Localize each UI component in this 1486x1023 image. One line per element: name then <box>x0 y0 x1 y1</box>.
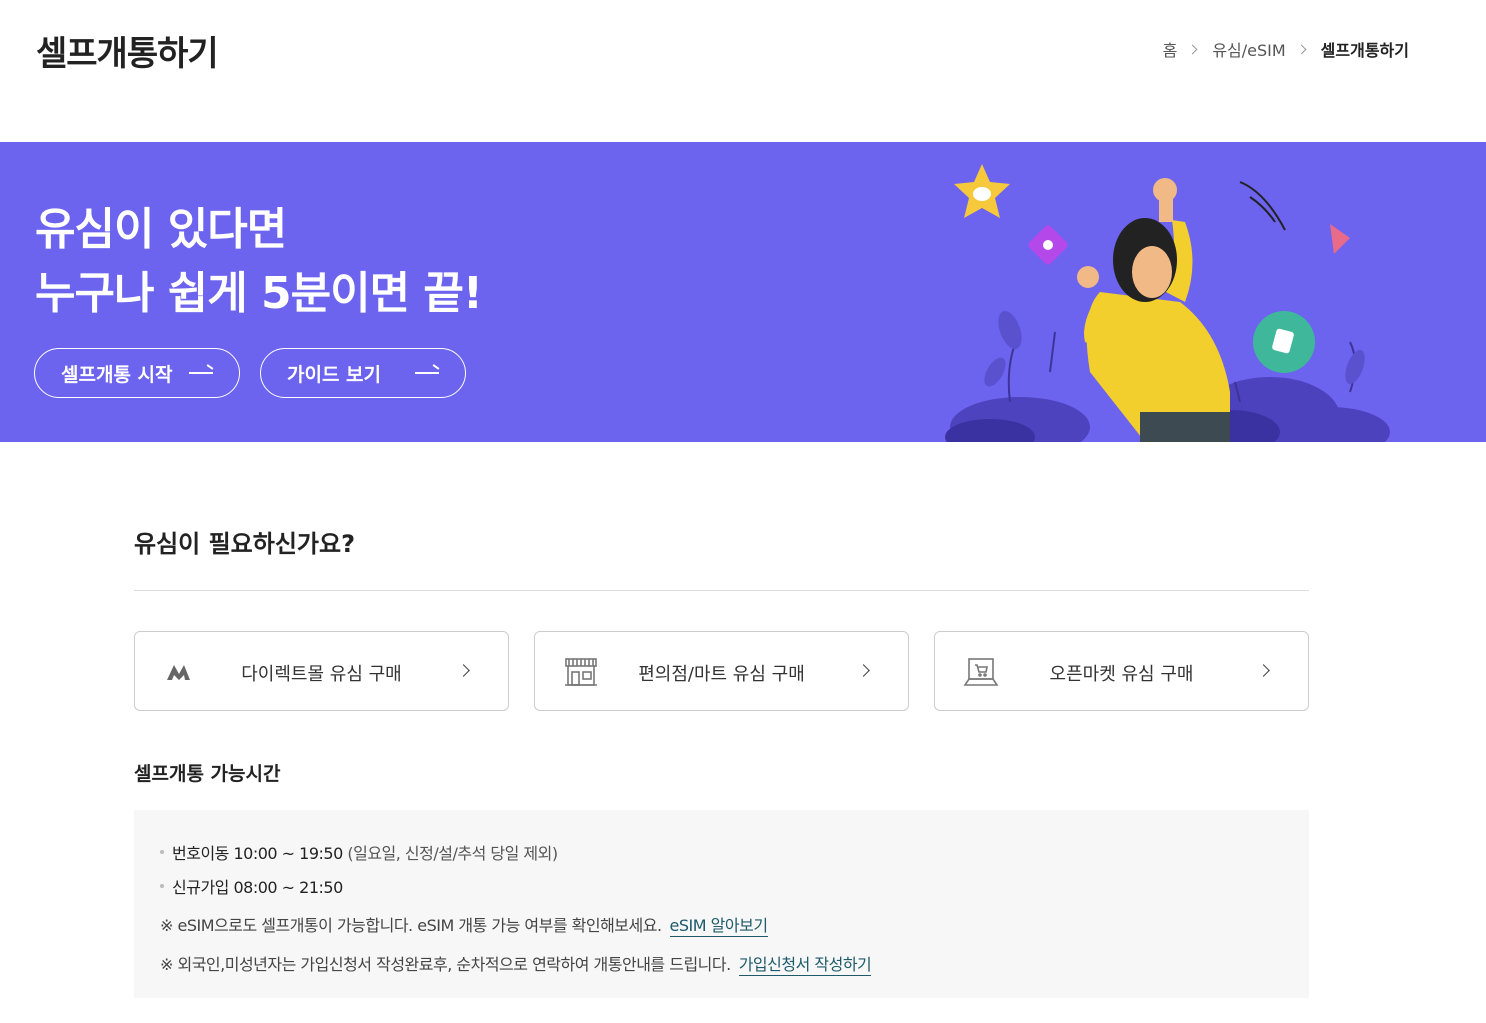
port-hours-line: 번호이동 10:00 ~ 19:50 (일요일, 신정/설/추석 당일 제외) <box>160 840 558 864</box>
arrow-right-icon <box>415 372 439 374</box>
guide-view-button[interactable]: 가이드 보기 <box>260 348 466 398</box>
open-market-buy-card[interactable]: 오픈마켓 유심 구매 <box>934 631 1309 711</box>
breadcrumb-current: 셀프개통하기 <box>1320 41 1409 60</box>
esim-learn-more-link[interactable]: eSIM 알아보기 <box>669 916 768 937</box>
new-hours-line: 신규가입 08:00 ~ 21:50 <box>160 874 343 898</box>
direct-mall-buy-label: 다이렉트몰 유심 구매 <box>241 664 402 685</box>
port-hours-text: 번호이동 10:00 ~ 19:50 <box>172 844 343 863</box>
self-activation-start-label: 셀프개통 시작 <box>61 363 173 386</box>
convenience-store-buy-card[interactable]: 편의점/마트 유심 구매 <box>534 631 909 711</box>
activation-hours-box: 번호이동 10:00 ~ 19:50 (일요일, 신정/설/추석 당일 제외) … <box>134 810 1309 998</box>
foreigner-note-text: ※ 외국인,미성년자는 가입신청서 작성완료후, 순차적으로 연락하여 개통안내… <box>160 955 731 974</box>
new-hours-text: 신규가입 08:00 ~ 21:50 <box>172 878 343 897</box>
activation-hours-title: 셀프개통 가능시간 <box>134 763 281 785</box>
foreigner-note-line: ※ 외국인,미성년자는 가입신청서 작성완료후, 순차적으로 연락하여 개통안내… <box>160 951 872 976</box>
convenience-store-buy-label: 편의점/마트 유심 구매 <box>638 664 805 685</box>
open-market-buy-label: 오픈마켓 유심 구매 <box>1049 664 1194 685</box>
application-form-link[interactable]: 가입신청서 작성하기 <box>738 955 872 976</box>
chevron-right-icon <box>1296 44 1307 54</box>
bullet-icon <box>160 883 164 888</box>
section-divider <box>134 590 1309 591</box>
breadcrumb-usim[interactable]: 유심/eSIM <box>1212 37 1285 61</box>
guide-view-label: 가이드 보기 <box>287 363 382 386</box>
celebrating-woman-illustration <box>945 164 1390 442</box>
breadcrumb-home[interactable]: 홈 <box>1163 37 1178 61</box>
hero-headline-line2: 누구나 쉽게 5분이면 끝! <box>35 268 483 319</box>
esim-note-line: ※ eSIM으로도 셀프개통이 가능합니다. eSIM 개통 가능 여부를 확인… <box>160 912 768 937</box>
port-hours-note: (일요일, 신정/설/추석 당일 제외) <box>347 844 558 863</box>
bullet-icon <box>160 849 164 854</box>
chevron-right-icon <box>1187 44 1198 54</box>
usim-needed-title: 유심이 필요하신가요? <box>134 530 355 558</box>
breadcrumb: 홈 유심/eSIM 셀프개통하기 <box>1163 37 1409 61</box>
esim-note-text: ※ eSIM으로도 셀프개통이 가능합니다. eSIM 개통 가능 여부를 확인… <box>160 916 662 935</box>
hero-headline: 유심이 있다면 누구나 쉽게 5분이면 끝! <box>35 198 483 326</box>
hero-headline-line1: 유심이 있다면 <box>35 204 287 255</box>
self-activation-start-button[interactable]: 셀프개통 시작 <box>34 348 240 398</box>
page-title: 셀프개통하기 <box>36 34 219 74</box>
direct-mall-buy-card[interactable]: 다이렉트몰 유심 구매 <box>134 631 509 711</box>
arrow-right-icon <box>189 372 213 374</box>
hero-banner: 유심이 있다면 누구나 쉽게 5분이면 끝! 셀프개통 시작 가이드 보기 <box>0 142 1486 442</box>
